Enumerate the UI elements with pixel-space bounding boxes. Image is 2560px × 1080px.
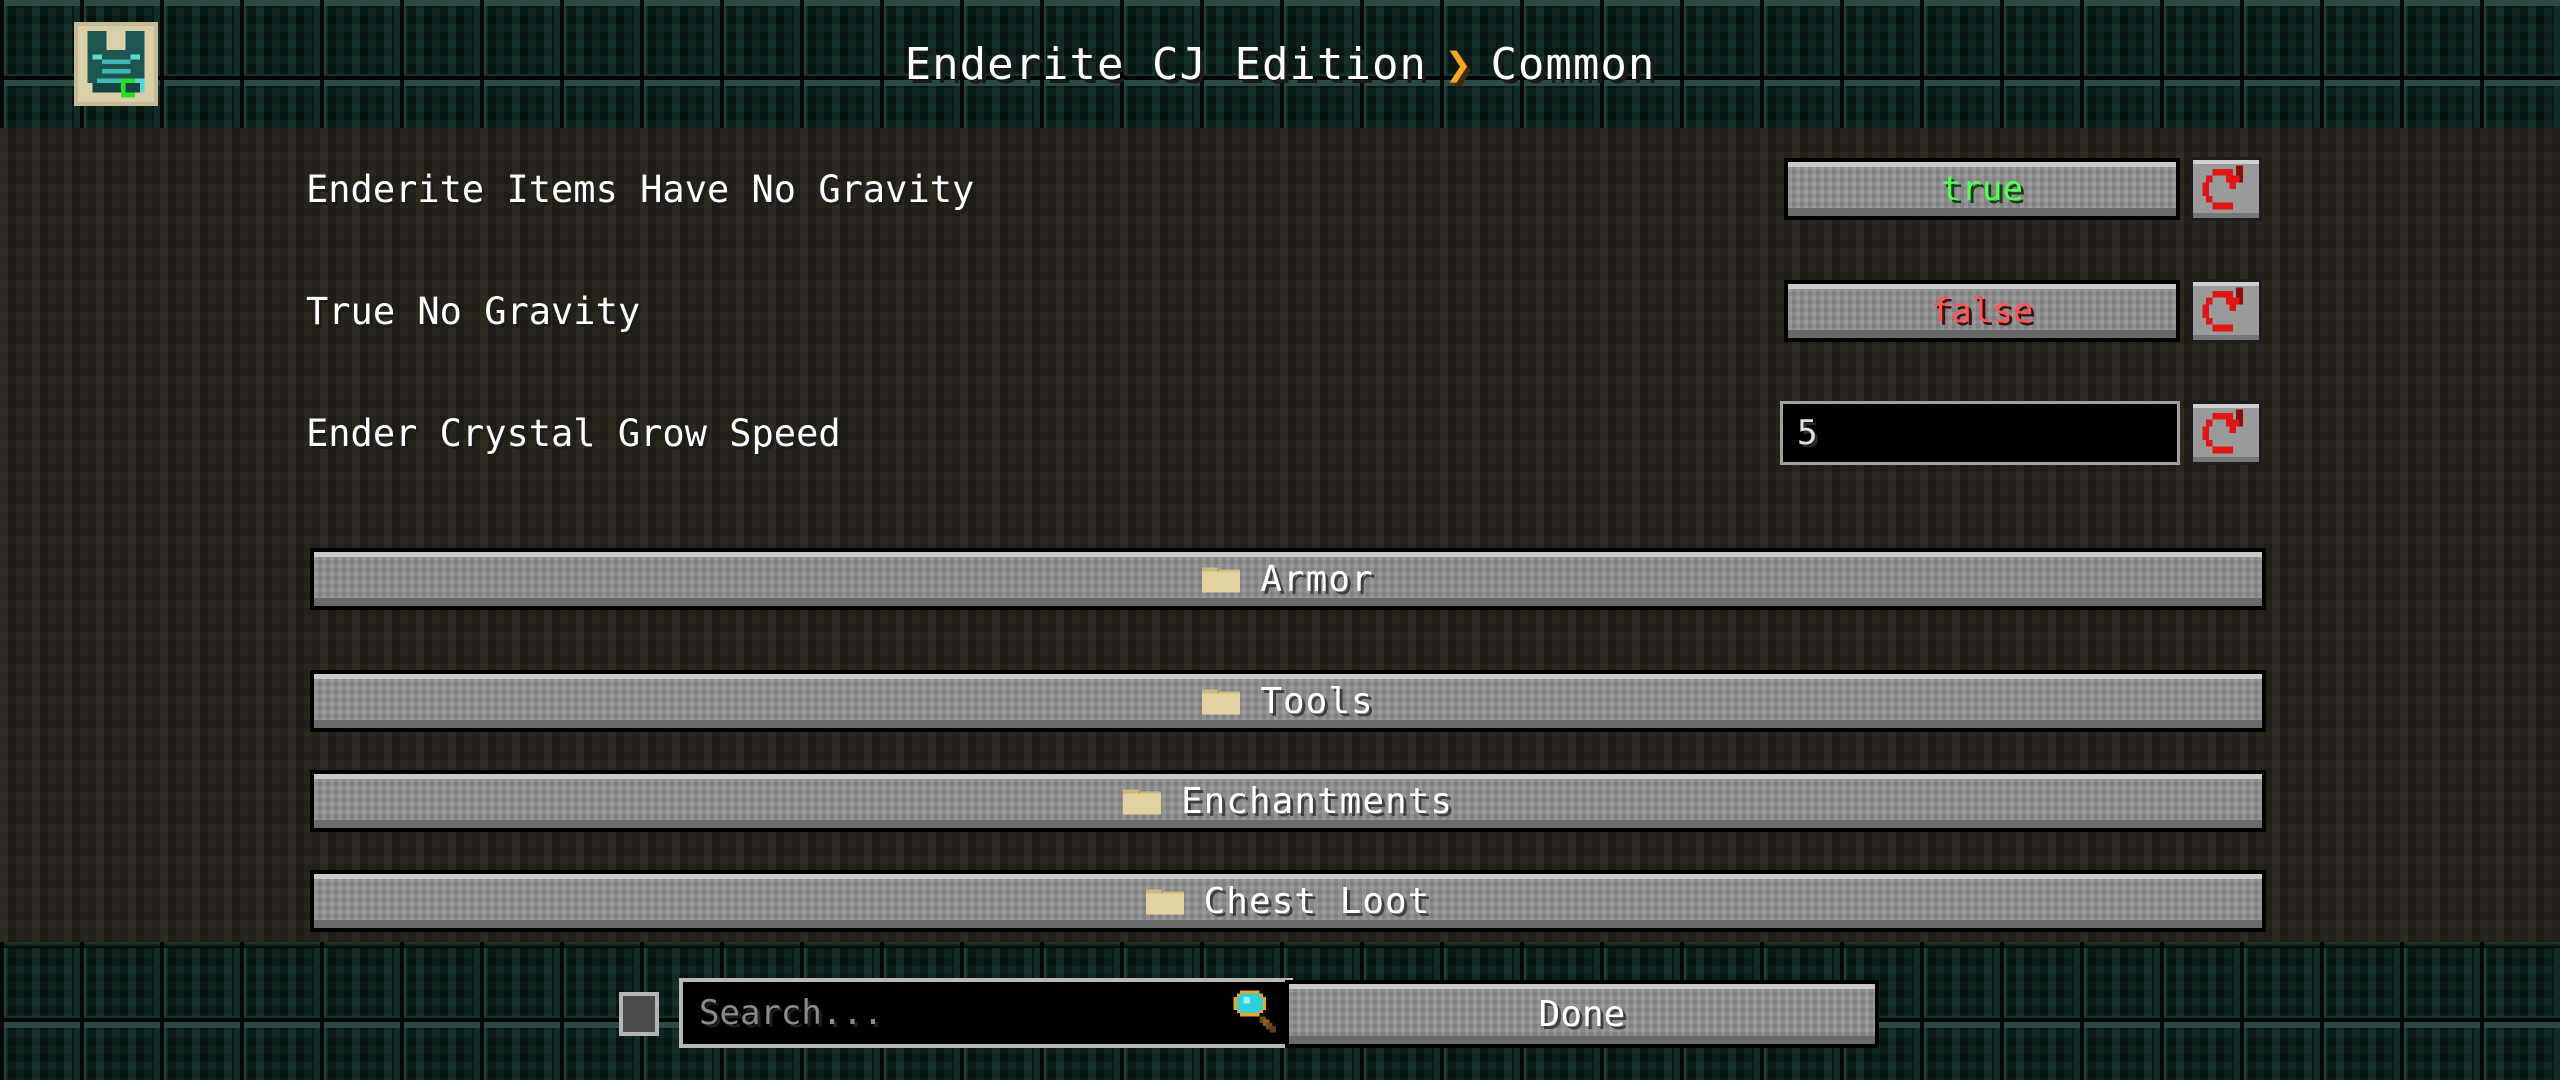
setting-label-true-no-gravity: True No Gravity xyxy=(306,289,641,333)
done-button-label: Done xyxy=(1538,993,1626,1035)
config-list: Enderite Items Have No Gravity true True… xyxy=(0,128,2560,942)
chevron-right-icon: ❯ xyxy=(1444,38,1473,90)
setting-label-enderite-items-have-no-gravity: Enderite Items Have No Gravity xyxy=(306,167,975,211)
toggle-true-no-gravity[interactable]: false xyxy=(1784,280,2180,342)
reset-button-true-no-gravity[interactable] xyxy=(2190,279,2262,343)
done-button[interactable]: Done xyxy=(1285,980,1879,1048)
filter-checkbox[interactable] xyxy=(619,992,659,1036)
config-screen: Enderite CJ Edition ❯ Common Enderite It… xyxy=(0,0,2560,1080)
search-input[interactable]: Search... xyxy=(683,993,1227,1033)
toggle-value: true xyxy=(1941,169,2023,209)
category-label: Armor xyxy=(1260,558,1374,600)
category-button-enchantments[interactable]: Enchantments xyxy=(310,770,2266,832)
category-label: Chest Loot xyxy=(1203,880,1431,922)
setting-row: Enderite Items Have No Gravity true xyxy=(0,157,2560,221)
folder-icon xyxy=(1202,689,1241,715)
category-label: Tools xyxy=(1260,680,1374,722)
breadcrumb-subtitle: Common xyxy=(1490,38,1656,90)
category-button-tools[interactable]: Tools xyxy=(310,670,2266,732)
folder-icon xyxy=(1145,889,1184,915)
reset-button-enderite-items-have-no-gravity[interactable] xyxy=(2190,157,2262,221)
reset-button-ender-crystal-grow-speed[interactable] xyxy=(2190,401,2262,465)
setting-row: True No Gravity false xyxy=(0,279,2560,343)
toggle-value: false xyxy=(1930,291,2034,331)
magnifying-glass-icon xyxy=(1233,990,1276,1033)
search-field[interactable]: Search... xyxy=(679,978,1293,1048)
header-bar: Enderite CJ Edition ❯ Common xyxy=(0,0,2560,142)
setting-row: Ender Crystal Grow Speed 5 xyxy=(0,401,2560,465)
folder-icon xyxy=(1122,789,1161,815)
category-button-armor[interactable]: Armor xyxy=(310,548,2266,610)
number-input-value: 5 xyxy=(1797,413,1818,453)
toggle-enderite-items-have-no-gravity[interactable]: true xyxy=(1784,158,2180,220)
folder-icon xyxy=(1202,567,1241,593)
number-input-ender-crystal-grow-speed[interactable]: 5 xyxy=(1780,401,2180,465)
category-button-chest-loot[interactable]: Chest Loot xyxy=(310,870,2266,932)
setting-label-ender-crystal-grow-speed: Ender Crystal Grow Speed xyxy=(306,411,841,455)
category-label: Enchantments xyxy=(1180,780,1454,822)
breadcrumb-title: Enderite CJ Edition xyxy=(904,38,1427,90)
breadcrumb: Enderite CJ Edition ❯ Common xyxy=(0,0,2560,128)
